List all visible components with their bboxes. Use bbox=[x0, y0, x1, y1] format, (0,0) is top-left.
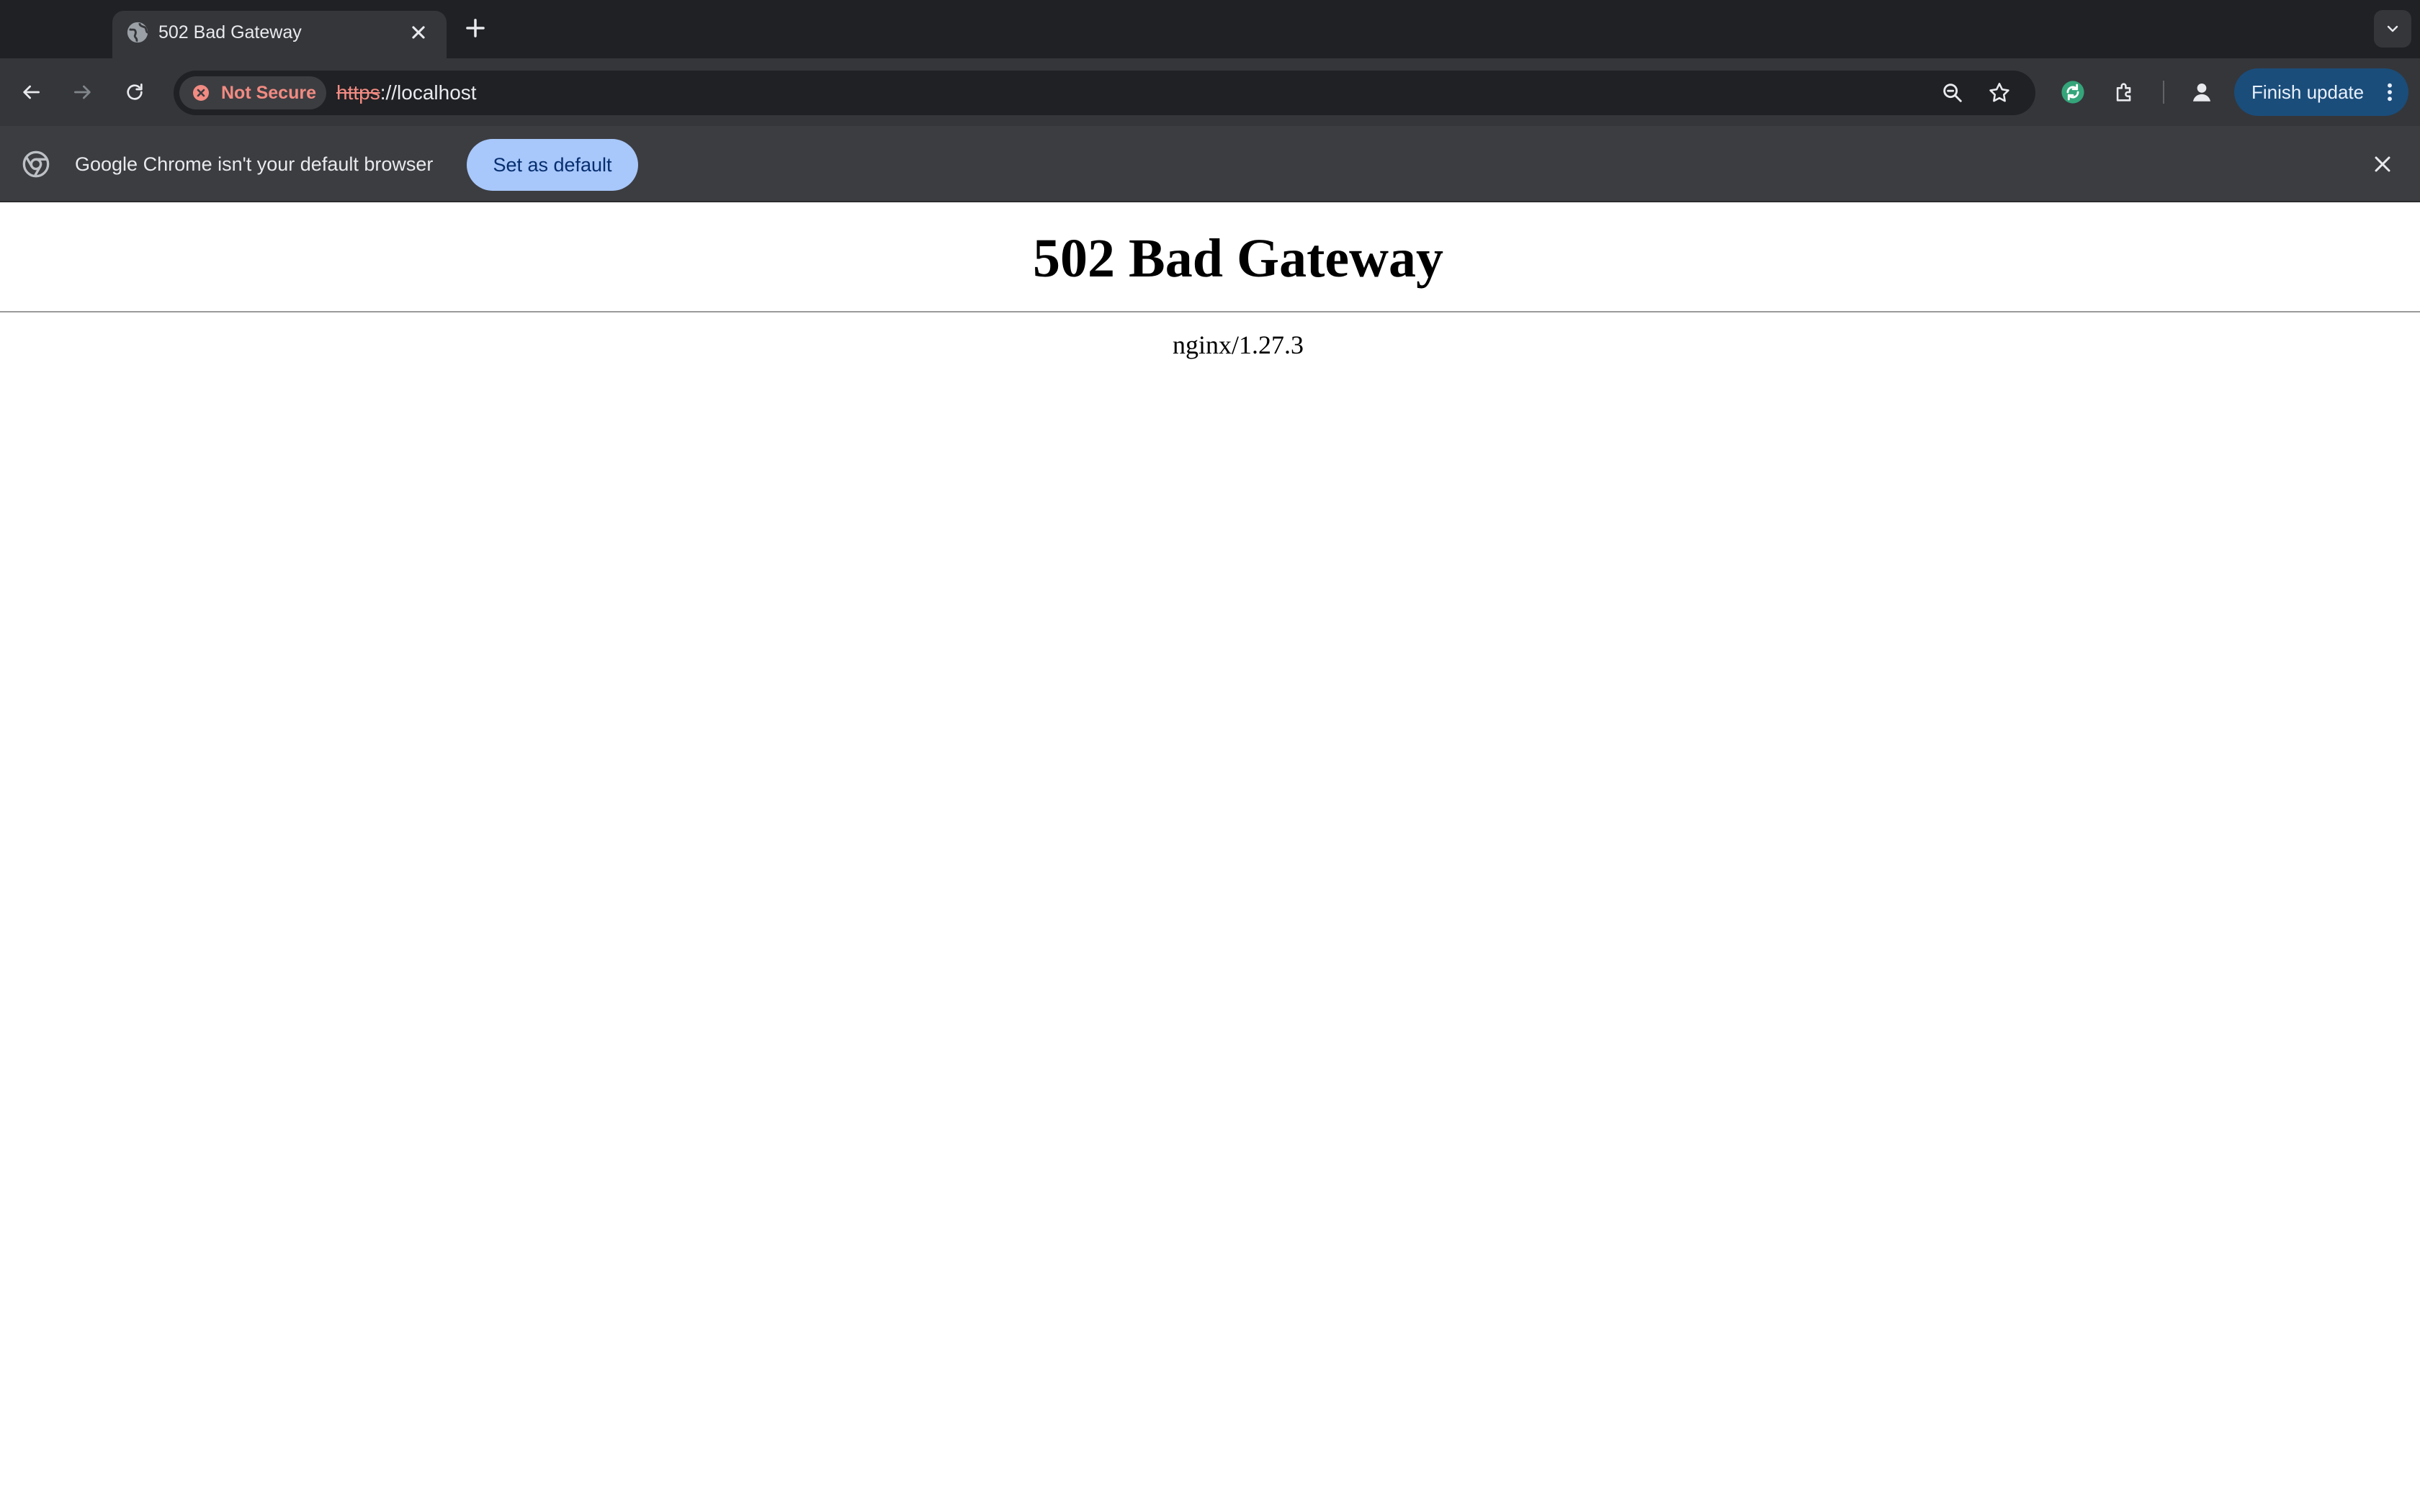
forward-arrow-icon bbox=[74, 85, 91, 99]
url-host: ://localhost bbox=[380, 81, 477, 104]
extensions-puzzle-icon[interactable] bbox=[2108, 76, 2141, 109]
finish-update-label: Finish update bbox=[2251, 81, 2365, 103]
globe-icon bbox=[127, 22, 148, 43]
tab-title: 502 Bad Gateway bbox=[158, 22, 302, 42]
security-chip-label: Not Secure bbox=[221, 83, 316, 103]
more-vertical-icon bbox=[2388, 83, 2392, 102]
reload-icon bbox=[127, 84, 143, 100]
tab-strip: 502 Bad Gateway bbox=[0, 0, 2420, 58]
toolbar: Not Secure https://localhost Finish upda… bbox=[0, 58, 2420, 126]
reload-button[interactable] bbox=[118, 76, 151, 109]
url-scheme: https bbox=[336, 81, 380, 104]
back-button[interactable] bbox=[14, 76, 48, 109]
set-as-default-button[interactable]: Set as default bbox=[467, 139, 638, 191]
close-tab-icon[interactable] bbox=[406, 20, 431, 45]
divider-rule bbox=[0, 311, 2420, 312]
finish-update-button[interactable]: Finish update bbox=[2234, 68, 2408, 116]
extension-sync-icon[interactable] bbox=[2056, 76, 2089, 109]
page-content: 502 Bad Gateway nginx/1.27.3 bbox=[0, 202, 2420, 1512]
not-secure-icon bbox=[193, 85, 209, 101]
forward-button[interactable] bbox=[66, 76, 99, 109]
default-browser-infobar: Google Chrome isn't your default browser… bbox=[0, 126, 2420, 202]
infobar-message: Google Chrome isn't your default browser bbox=[75, 153, 434, 175]
back-arrow-icon bbox=[23, 85, 40, 99]
new-tab-icon[interactable] bbox=[462, 14, 489, 42]
address-bar[interactable]: Not Secure https://localhost bbox=[174, 71, 2035, 115]
bookmark-star-icon[interactable] bbox=[1987, 81, 2012, 105]
url-text[interactable]: https://localhost bbox=[336, 71, 477, 115]
security-chip[interactable]: Not Secure bbox=[179, 76, 326, 109]
chevron-down-icon bbox=[2387, 25, 2398, 32]
error-heading: 502 Bad Gateway bbox=[1033, 228, 1443, 289]
profile-avatar-icon[interactable] bbox=[2185, 76, 2218, 109]
server-signature: nginx/1.27.3 bbox=[1172, 330, 1304, 359]
zoom-icon[interactable] bbox=[1940, 81, 1965, 105]
chrome-logo-icon bbox=[22, 150, 50, 178]
close-icon[interactable] bbox=[2370, 151, 2396, 177]
tab-search-button[interactable] bbox=[2374, 10, 2411, 48]
toolbar-divider bbox=[2163, 81, 2164, 104]
tab-502-bad-gateway[interactable]: 502 Bad Gateway bbox=[112, 11, 447, 58]
